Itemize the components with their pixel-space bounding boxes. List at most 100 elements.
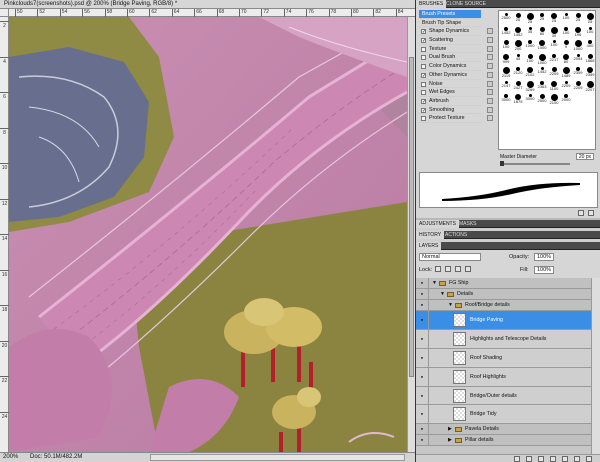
brush-option-texture[interactable]: Texture [419, 45, 493, 54]
lock-icon[interactable] [487, 80, 493, 87]
checkbox[interactable]: ✓ [421, 72, 426, 78]
brush-tip[interactable]: 2100 [548, 93, 560, 106]
new-group-icon[interactable] [562, 456, 568, 462]
new-brush-icon[interactable] [578, 210, 584, 216]
eye-icon[interactable]: ● [418, 291, 426, 297]
brush-tip[interactable]: 3269 [524, 80, 536, 93]
diameter-slider-track[interactable] [500, 163, 570, 165]
brush-tip[interactable]: 1875 [512, 93, 524, 106]
brush-option-shape-dynamics[interactable]: ✓ Shape Dynamics [419, 27, 493, 37]
new-layer-icon[interactable] [574, 456, 580, 462]
link-layers-icon[interactable] [514, 456, 520, 462]
tab-masks[interactable]: MASKS [456, 220, 480, 228]
brush-tip[interactable]: 2207 [584, 80, 595, 93]
brush-tip[interactable]: 1452 [512, 26, 524, 39]
ruler-origin[interactable] [0, 9, 9, 17]
eye-icon[interactable]: ● [418, 374, 426, 380]
brush-tip[interactable]: 25 [584, 12, 595, 25]
layer-group-row[interactable]: ● ▼ Details [416, 289, 591, 300]
brush-tip-grid[interactable]: 2500 25 25 25 25 100 25 25 1452 1452 35 80 30 100 196 1… [498, 10, 596, 150]
brush-tip[interactable]: 2427 [512, 80, 524, 93]
brush-tip[interactable]: 2363 [536, 80, 548, 93]
lock-pixels-icon[interactable] [445, 266, 451, 272]
brush-tip[interactable]: 1000 [524, 39, 536, 52]
layer-row[interactable]: ● Highlights and Telescope Details [416, 329, 591, 349]
brush-tip[interactable]: 100 [560, 26, 572, 39]
tab-history[interactable]: HISTORY [416, 231, 445, 239]
brush-tip[interactable]: 25 [536, 12, 548, 25]
brush-tip[interactable]: 25 [512, 12, 524, 25]
checkbox[interactable] [421, 116, 426, 122]
disclosure-triangle-icon[interactable]: ▶ [448, 426, 452, 432]
brush-option-color-dynamics[interactable]: Color Dynamics [419, 62, 493, 71]
brush-tip[interactable]: 2209 [572, 80, 584, 93]
brush-tip[interactable]: 100 [560, 12, 572, 25]
tab-actions[interactable]: ACTIONS [442, 231, 470, 239]
checkbox[interactable]: ✓ [421, 29, 426, 35]
eye-icon[interactable]: ● [418, 393, 426, 399]
lock-icon[interactable] [487, 115, 493, 122]
opacity-input[interactable]: 100% [534, 253, 554, 261]
brush-tip[interactable]: 2500 [536, 93, 548, 106]
brush-tip[interactable]: 2119 [500, 66, 512, 79]
brush-tip[interactable]: 2094 [572, 53, 584, 66]
layer-group-row[interactable]: ● ▶ Pavela Details [416, 424, 591, 436]
brush-tip[interactable]: 30 [548, 26, 560, 39]
brush-tip[interactable]: 45 [512, 53, 524, 66]
brush-tip[interactable]: 25 [548, 12, 560, 25]
horizontal-ruler[interactable]: 50 52 54 56 58 60 62 64 66 68 70 72 74 76 78 80 82 84 [9, 9, 415, 17]
canvas-horizontal-scrollbar[interactable] [150, 454, 405, 461]
brush-tip[interactable]: 2120 [512, 66, 524, 79]
checkbox[interactable] [421, 90, 426, 96]
eye-icon[interactable]: ● [418, 336, 426, 342]
canvas-vertical-scrollbar[interactable] [407, 17, 415, 452]
layer-row[interactable]: ● Roof Highlights [416, 367, 591, 387]
vertical-ruler[interactable]: 2 4 6 8 10 12 14 16 18 20 22 24 [0, 17, 9, 452]
brush-tip[interactable]: 1868 [584, 53, 595, 66]
eye-icon[interactable]: ● [418, 426, 426, 432]
brush-tip[interactable]: 2359 [572, 66, 584, 79]
lock-all-icon[interactable] [465, 266, 471, 272]
brush-tip[interactable]: 2209 [560, 80, 572, 93]
brush-tip[interactable]: 2359 [584, 66, 595, 79]
lock-position-icon[interactable] [455, 266, 461, 272]
layer-thumbnail[interactable] [453, 313, 466, 327]
checkbox[interactable] [421, 46, 426, 52]
toggle-preview-icon[interactable] [588, 210, 594, 216]
layer-thumbnail[interactable] [453, 388, 466, 403]
disclosure-triangle-icon[interactable]: ▼ [432, 280, 437, 286]
brush-tip[interactable]: 100 [524, 53, 536, 66]
brush-tip[interactable]: 1000 [572, 39, 584, 52]
brush-option-brush-tip-shape[interactable]: Brush Tip Shape [419, 19, 481, 28]
disclosure-triangle-icon[interactable]: ▼ [440, 291, 445, 297]
layer-row[interactable]: ● Bridge Tidy [416, 405, 591, 425]
brush-tip[interactable]: 25 [572, 12, 584, 25]
brush-option-noise[interactable]: Noise [419, 80, 493, 89]
layer-thumbnail[interactable] [453, 350, 466, 365]
eye-icon[interactable]: ● [418, 355, 426, 361]
layers-scrollbar[interactable] [591, 278, 600, 454]
lock-icon[interactable] [487, 71, 493, 78]
eye-icon[interactable]: ● [418, 280, 426, 286]
brush-tip[interactable]: 2500 [500, 12, 512, 25]
lock-icon[interactable] [487, 106, 493, 113]
scroll-thumb[interactable] [409, 57, 414, 377]
brush-tip[interactable]: 100 [548, 39, 560, 52]
lock-icon[interactable] [487, 45, 493, 52]
disclosure-triangle-icon[interactable]: ▶ [448, 437, 452, 443]
image-canvas[interactable] [9, 17, 407, 452]
layer-thumbnail[interactable] [453, 331, 466, 346]
add-mask-icon[interactable] [538, 456, 544, 462]
brush-tip[interactable]: 1000 [536, 53, 548, 66]
lock-icon[interactable] [487, 28, 493, 35]
brush-option-brush-presets[interactable]: Brush Presets [419, 10, 481, 19]
layer-group-row[interactable]: ● ▼ Roof/Bridge details [416, 300, 591, 311]
tab-brushes[interactable]: BRUSHES [416, 0, 447, 8]
layer-group-row[interactable]: ● ▶ Pillar details [416, 435, 591, 447]
brush-option-smoothing[interactable]: ✓ Smoothing [419, 106, 493, 115]
brush-tip[interactable]: 80 [560, 53, 572, 66]
doc-size[interactable]: Doc: 50.1M/482.2M [30, 453, 82, 462]
brush-tip[interactable]: 999 [500, 53, 512, 66]
brush-tip[interactable]: 2147 [500, 80, 512, 93]
brush-tip[interactable]: 3000 [524, 93, 536, 106]
